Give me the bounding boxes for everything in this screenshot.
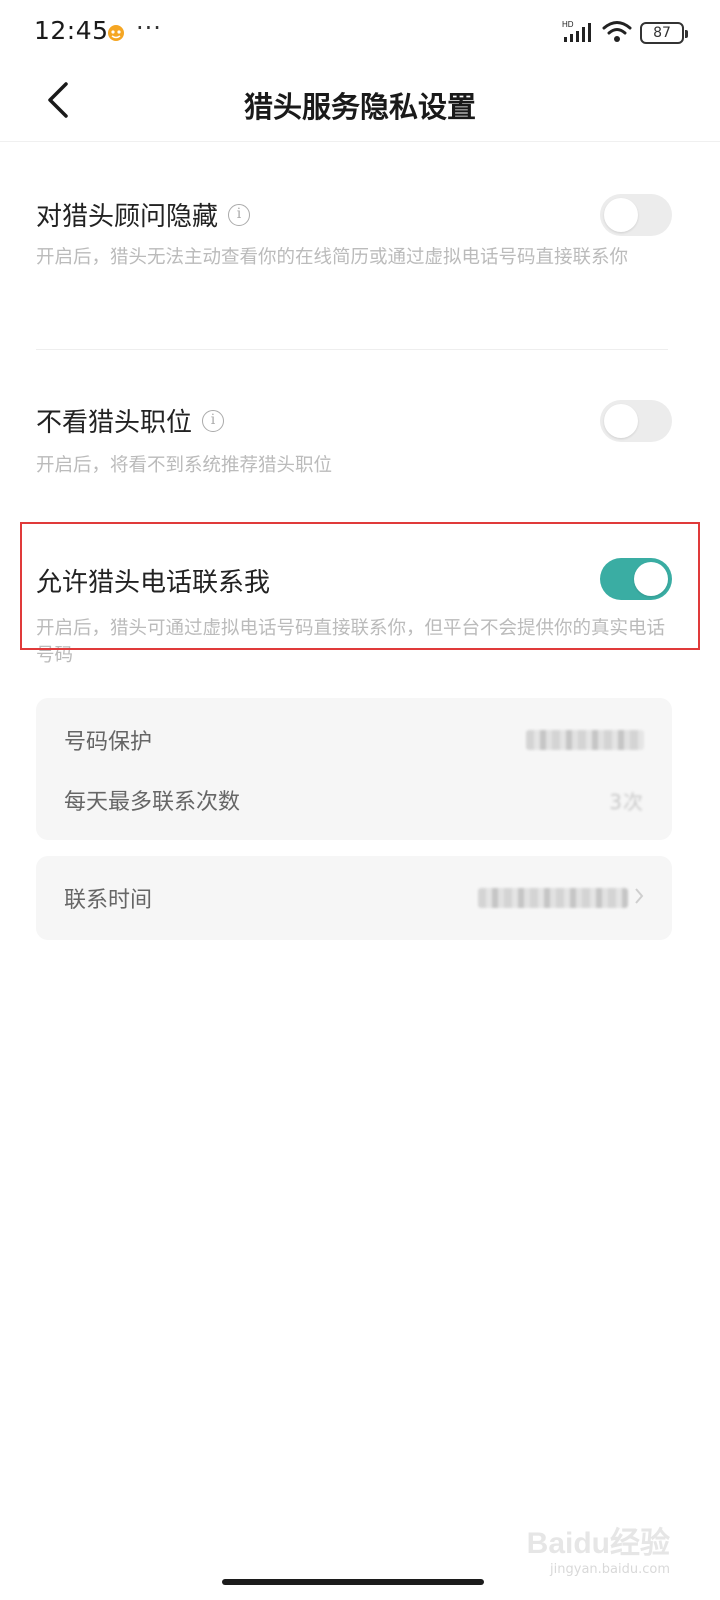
hide-from-headhunters-toggle[interactable] xyxy=(600,194,672,236)
toggle-knob xyxy=(634,562,668,596)
toggle-knob xyxy=(604,198,638,232)
setting-hide-from-headhunters: 对猎头顾问隐藏 i 开启后，猎头无法主动查看你的在线简历或通过虚拟电话号码直接联… xyxy=(36,194,672,306)
watermark-url: jingyan.baidu.com xyxy=(550,1562,670,1577)
phone-settings-card: 号码保护 每天最多联系次数 3次 xyxy=(36,698,672,840)
baidu-watermark: Baidu经验 jingyan.baidu.com xyxy=(527,1518,670,1577)
watermark-logo: Baidu经验 xyxy=(526,1527,670,1560)
setting-title-text: 不看猎头职位 xyxy=(36,408,193,438)
contact-time-value-redacted xyxy=(478,888,628,908)
number-protection-row[interactable]: 号码保护 xyxy=(64,720,644,760)
home-indicator[interactable] xyxy=(222,1579,484,1585)
setting-description: 开启后，猎头可通过虚拟电话号码直接联系你，但平台不会提供你的真实电话号码 xyxy=(36,618,666,666)
info-icon[interactable]: i xyxy=(202,409,225,432)
hd-label: HD xyxy=(562,20,574,29)
contact-time-label: 联系时间 xyxy=(64,888,153,913)
setting-allow-headhunter-calls: 允许猎头电话联系我 开启后，猎头可通过虚拟电话号码直接联系你，但平台不会提供你的… xyxy=(36,558,672,672)
battery-icon: 87 xyxy=(640,22,688,44)
number-protection-value-redacted xyxy=(526,730,644,750)
contact-time-value xyxy=(478,887,644,909)
max-contacts-value: 3次 xyxy=(609,789,644,814)
setting-description: 开启后，猎头无法主动查看你的在线简历或通过虚拟电话号码直接联系你 xyxy=(36,247,629,268)
page-title: 猎头服务隐私设置 xyxy=(243,90,476,124)
wifi-icon xyxy=(602,19,632,47)
setting-title-text: 允许猎头电话联系我 xyxy=(36,568,271,598)
more-dots-icon: ··· xyxy=(136,14,162,42)
info-icon[interactable]: i xyxy=(228,203,251,226)
setting-description: 开启后，将看不到系统推荐猎头职位 xyxy=(36,455,333,476)
setting-hide-headhunter-jobs: 不看猎头职位 i 开启后，将看不到系统推荐猎头职位 xyxy=(36,400,672,482)
signal-icon: HD xyxy=(562,19,594,47)
hide-headhunter-jobs-toggle[interactable] xyxy=(600,400,672,442)
status-bar: 12:45 ··· HD 87 xyxy=(0,0,720,66)
number-protection-label: 号码保护 xyxy=(64,730,153,755)
nav-bar: 猎头服务隐私设置 xyxy=(0,66,720,142)
app-notification-icon xyxy=(106,22,126,42)
setting-title: 不看猎头职位 i xyxy=(36,402,225,439)
allow-headhunter-calls-toggle[interactable] xyxy=(600,558,672,600)
toggle-knob xyxy=(604,404,638,438)
max-contacts-label: 每天最多联系次数 xyxy=(64,790,241,815)
contact-time-row[interactable]: 联系时间 xyxy=(64,878,644,918)
setting-title: 允许猎头电话联系我 xyxy=(36,562,270,599)
max-contacts-row[interactable]: 每天最多联系次数 3次 xyxy=(64,780,644,820)
divider xyxy=(36,349,668,350)
status-indicators: HD 87 xyxy=(562,19,688,47)
status-time: 12:45 xyxy=(34,16,109,45)
chevron-right-icon xyxy=(634,887,644,909)
contact-time-card: 联系时间 xyxy=(36,856,672,940)
setting-title: 对猎头顾问隐藏 i xyxy=(36,196,251,233)
setting-title-text: 对猎头顾问隐藏 xyxy=(36,202,219,232)
